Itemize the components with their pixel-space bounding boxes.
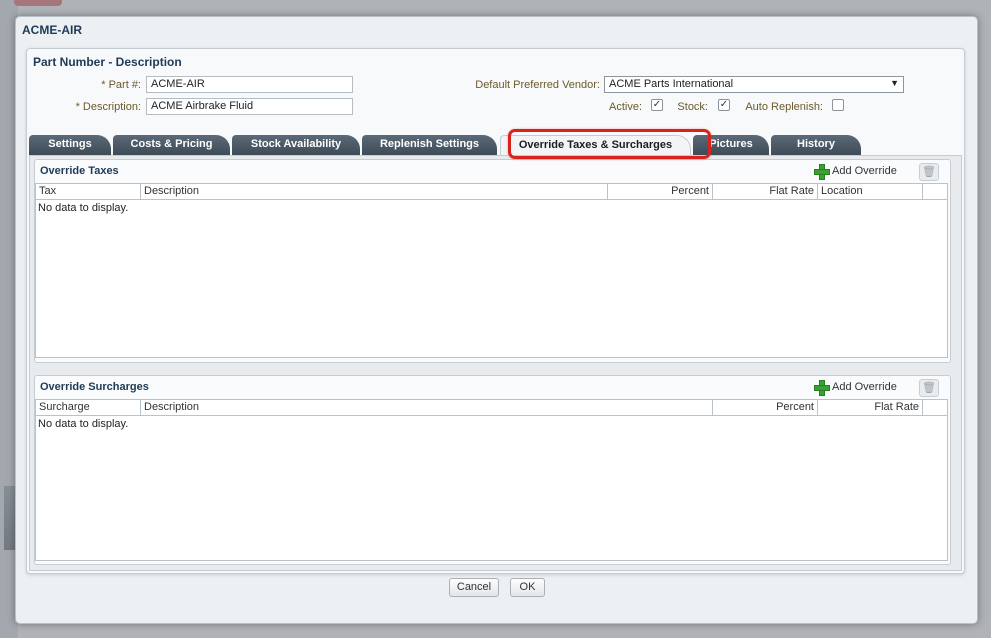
override-surcharges-title: Override Surcharges — [40, 381, 149, 393]
column-header-percent[interactable]: Percent — [608, 184, 713, 199]
add-surcharge-override-button[interactable]: Add Override — [814, 380, 897, 396]
trash-icon: 🗑 — [922, 382, 936, 394]
override-surcharges-header: Surcharge Description Percent Flat Rate — [36, 400, 947, 416]
override-surcharges-empty: No data to display. — [38, 418, 129, 430]
tab-content: Override Taxes Add Override 🗑 Tax Descri… — [29, 155, 962, 571]
add-tax-override-button[interactable]: Add Override — [814, 164, 897, 180]
tab-stock-availability[interactable]: Stock Availability — [232, 135, 360, 155]
vendor-label: Default Preferred Vendor: — [475, 79, 600, 91]
plus-icon — [814, 380, 830, 396]
add-surcharge-override-label: Add Override — [832, 381, 897, 393]
auto-replenish-checkbox[interactable] — [832, 99, 844, 111]
column-header-description[interactable]: Description — [141, 184, 608, 199]
column-header-spacer — [923, 400, 947, 415]
description-input[interactable]: ACME Airbrake Fluid — [146, 98, 353, 115]
tab-history[interactable]: History — [771, 135, 861, 155]
override-taxes-header: Tax Description Percent Flat Rate Locati… — [36, 184, 947, 200]
chevron-down-icon: ▼ — [890, 78, 899, 88]
tab-highlight-annotation — [508, 129, 711, 159]
part-panel: Part Number - Description * Part #: ACME… — [26, 48, 965, 574]
column-header-tax[interactable]: Tax — [36, 184, 141, 199]
description-label: * Description: — [75, 101, 141, 113]
delete-tax-override-button[interactable]: 🗑 — [919, 163, 939, 181]
part-number-input[interactable]: ACME-AIR — [146, 76, 353, 93]
override-taxes-grid: Tax Description Percent Flat Rate Locati… — [35, 183, 948, 358]
column-header-flat-rate[interactable]: Flat Rate — [713, 184, 818, 199]
checkmark-icon: ✓ — [719, 99, 729, 110]
column-header-spacer — [923, 184, 947, 199]
override-taxes-empty: No data to display. — [38, 202, 129, 214]
column-header-description[interactable]: Description — [141, 400, 713, 415]
delete-surcharge-override-button[interactable]: 🗑 — [919, 379, 939, 397]
active-checkbox[interactable]: ✓ — [651, 99, 663, 111]
column-header-percent[interactable]: Percent — [713, 400, 818, 415]
part-number-label: * Part #: — [101, 79, 141, 91]
ok-button[interactable]: OK — [510, 578, 545, 597]
tab-settings[interactable]: Settings — [29, 135, 111, 155]
override-surcharges-grid: Surcharge Description Percent Flat Rate … — [35, 399, 948, 561]
override-taxes-panel: Override Taxes Add Override 🗑 Tax Descri… — [34, 159, 951, 363]
override-taxes-title: Override Taxes — [40, 165, 119, 177]
stock-label: Stock: — [677, 101, 708, 113]
checkmark-icon: ✓ — [652, 99, 662, 110]
dialog-title: ACME-AIR — [22, 23, 82, 37]
active-label: Active: — [608, 101, 642, 113]
column-header-flat-rate[interactable]: Flat Rate — [818, 400, 923, 415]
trash-icon: 🗑 — [922, 166, 936, 178]
tab-replenish-settings[interactable]: Replenish Settings — [362, 135, 497, 155]
tab-costs-pricing[interactable]: Costs & Pricing — [113, 135, 230, 155]
cancel-button[interactable]: Cancel — [449, 578, 499, 597]
panel-heading: Part Number - Description — [33, 55, 182, 69]
override-surcharges-panel: Override Surcharges Add Override 🗑 Surch… — [34, 375, 951, 565]
tab-bar: Settings Costs & Pricing Stock Availabil… — [29, 135, 964, 155]
add-tax-override-label: Add Override — [832, 165, 897, 177]
vendor-select-value: ACME Parts International — [609, 78, 734, 90]
plus-icon — [814, 164, 830, 180]
auto-replenish-label: Auto Replenish: — [745, 101, 823, 113]
column-header-surcharge[interactable]: Surcharge — [36, 400, 141, 415]
vendor-select[interactable]: ACME Parts International ▼ — [604, 76, 904, 93]
part-dialog: ACME-AIR Part Number - Description * Par… — [15, 16, 978, 624]
stock-checkbox[interactable]: ✓ — [718, 99, 730, 111]
column-header-location[interactable]: Location — [818, 184, 923, 199]
